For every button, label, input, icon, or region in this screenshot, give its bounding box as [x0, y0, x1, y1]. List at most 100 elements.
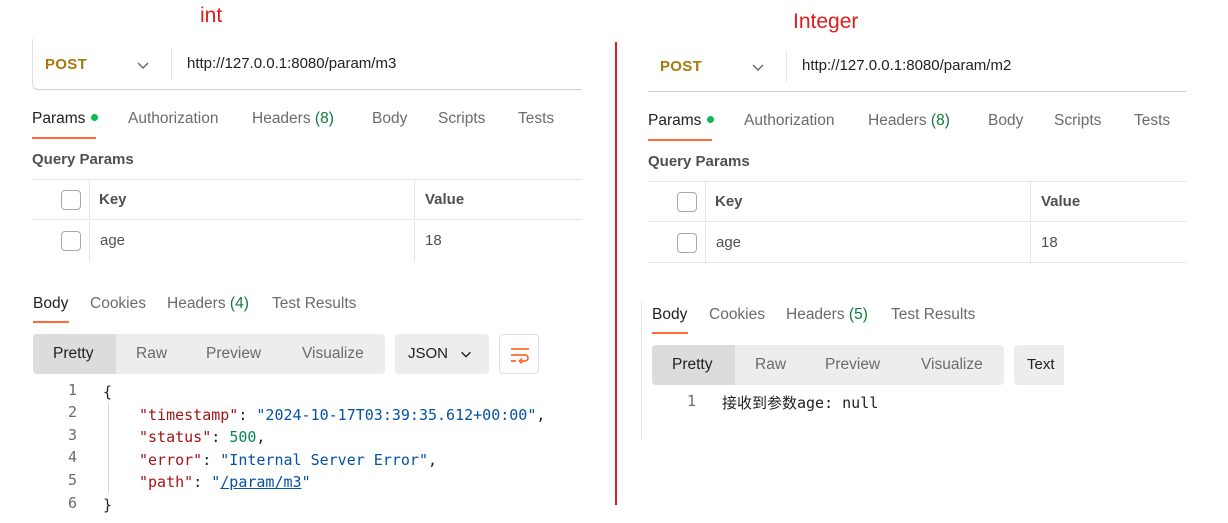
param-value[interactable]: 18: [425, 232, 442, 249]
key-column-header: Key: [715, 193, 743, 210]
column-divider: [705, 182, 706, 222]
wrap-lines-button[interactable]: [499, 334, 539, 374]
column-divider: [1030, 182, 1031, 222]
view-mode-selector: Pretty Raw Preview Visualize: [652, 345, 1004, 385]
line-number: 1: [67, 381, 77, 399]
params-active-dot: [707, 116, 715, 124]
tab-authorization[interactable]: Authorization: [128, 110, 218, 128]
column-divider: [1030, 223, 1031, 263]
key-column-header: Key: [99, 191, 127, 208]
query-params-title: Query Params: [32, 151, 134, 168]
request-url-bar: POST http://127.0.0.1:8080/param/m3: [32, 39, 582, 90]
response-tab-test-results[interactable]: Test Results: [272, 295, 356, 313]
method-selector[interactable]: POST: [45, 56, 87, 73]
value-column-header: Value: [1041, 193, 1081, 210]
line-number: 6: [67, 494, 77, 512]
response-tab-body[interactable]: Body: [652, 306, 687, 324]
code-line: "timestamp": "2024-10-17T03:39:35.612+00…: [139, 405, 546, 424]
line-number: 5: [67, 471, 77, 489]
column-divider: [414, 221, 415, 261]
url-separator: [786, 50, 787, 82]
response-tab-headers[interactable]: Headers (5): [786, 306, 868, 324]
response-tab-cookies[interactable]: Cookies: [90, 295, 146, 313]
param-value[interactable]: 18: [1041, 234, 1058, 251]
code-line: "error": "Internal Server Error",: [139, 450, 438, 469]
text-response-body: 接收到参数age: null: [722, 392, 878, 415]
query-params-table: Key Value age 18: [648, 181, 1186, 263]
json-response-body: { "timestamp": "2024-10-17T03:39:35.612+…: [103, 381, 545, 517]
line-number: 2: [67, 403, 77, 421]
code-line: {: [103, 383, 113, 401]
caption-integer: Integer: [793, 10, 859, 33]
mode-preview[interactable]: Preview: [206, 345, 261, 363]
row-checkbox[interactable]: [677, 233, 697, 253]
column-divider: [89, 180, 90, 220]
red-divider-line: [615, 42, 617, 505]
select-all-checkbox[interactable]: [61, 190, 81, 210]
column-divider: [414, 180, 415, 220]
select-all-checkbox[interactable]: [677, 192, 697, 212]
tab-authorization[interactable]: Authorization: [744, 112, 834, 130]
line-number: 3: [67, 426, 77, 444]
path-link[interactable]: /param/m3: [220, 473, 301, 491]
table-header-row: Key Value: [648, 182, 1186, 222]
tab-params[interactable]: Params: [648, 112, 715, 130]
url-input[interactable]: http://127.0.0.1:8080/param/m3: [187, 55, 396, 72]
tab-scripts[interactable]: Scripts: [438, 110, 485, 128]
tab-params[interactable]: Params: [32, 110, 99, 128]
params-tab-underline: [32, 137, 96, 139]
code-line: "path": "/param/m3": [139, 473, 311, 492]
query-params-title: Query Params: [648, 153, 750, 170]
tab-headers[interactable]: Headers (8): [868, 112, 950, 130]
column-divider: [705, 223, 706, 263]
chevron-down-icon: [461, 351, 471, 358]
mode-pretty[interactable]: Pretty: [53, 345, 93, 363]
tab-tests[interactable]: Tests: [1134, 112, 1170, 130]
row-checkbox[interactable]: [61, 231, 81, 251]
response-tab-test-results[interactable]: Test Results: [891, 306, 975, 324]
line-number: 4: [67, 448, 77, 466]
response-text: 接收到参数age: null: [722, 394, 879, 412]
table-header-row: Key Value: [32, 180, 582, 220]
caption-int: int: [200, 4, 223, 27]
body-tab-underline: [33, 321, 69, 323]
tab-tests[interactable]: Tests: [518, 110, 554, 128]
mode-raw[interactable]: Raw: [136, 345, 167, 363]
response-tab-headers[interactable]: Headers (4): [167, 295, 249, 313]
query-params-table: Key Value age 18: [32, 179, 582, 261]
response-pane-border: [641, 300, 642, 440]
line-number: 1: [686, 392, 696, 410]
mode-visualize[interactable]: Visualize: [921, 356, 983, 374]
format-selector[interactable]: Text: [1014, 345, 1064, 385]
table-row: age 18: [648, 223, 1186, 263]
mode-preview[interactable]: Preview: [825, 356, 880, 374]
response-tab-cookies[interactable]: Cookies: [709, 306, 765, 324]
body-tab-underline: [652, 332, 688, 334]
params-tab-underline: [648, 139, 712, 141]
url-input[interactable]: http://127.0.0.1:8080/param/m2: [802, 57, 1011, 74]
mode-pretty[interactable]: Pretty: [672, 356, 712, 374]
mode-visualize[interactable]: Visualize: [302, 345, 364, 363]
params-active-dot: [91, 114, 99, 122]
tab-body[interactable]: Body: [372, 110, 407, 128]
tab-body[interactable]: Body: [988, 112, 1023, 130]
view-mode-selector: Pretty Raw Preview Visualize: [33, 334, 385, 374]
param-key[interactable]: age: [100, 232, 125, 249]
method-selector[interactable]: POST: [660, 58, 702, 75]
code-line: }: [103, 495, 113, 514]
table-row: age 18: [32, 221, 582, 261]
format-selector[interactable]: JSON: [395, 334, 489, 374]
request-url-bar: POST http://127.0.0.1:8080/param/m2: [648, 41, 1186, 92]
param-key[interactable]: age: [716, 234, 741, 251]
mode-raw[interactable]: Raw: [755, 356, 786, 374]
tab-scripts[interactable]: Scripts: [1054, 112, 1101, 130]
wrap-lines-icon: [511, 348, 529, 365]
chevron-down-icon[interactable]: [135, 57, 151, 73]
response-tab-body[interactable]: Body: [33, 295, 68, 313]
tab-headers[interactable]: Headers (8): [252, 110, 334, 128]
code-line: "status": 500,: [139, 428, 266, 447]
column-divider: [89, 221, 90, 261]
value-column-header: Value: [425, 191, 465, 208]
url-separator: [171, 48, 172, 80]
chevron-down-icon[interactable]: [750, 59, 766, 75]
